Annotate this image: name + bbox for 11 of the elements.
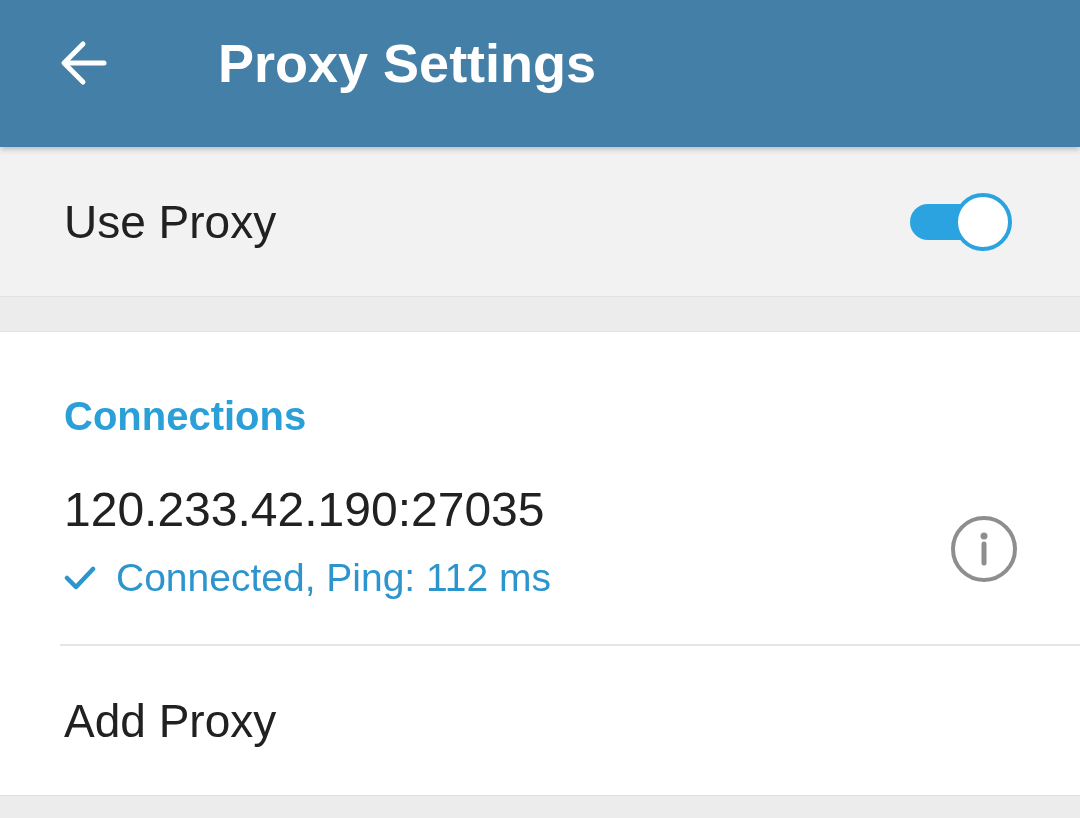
section-header: Connections [64,393,307,439]
check-icon [64,565,96,590]
screen-title: Proxy Settings [218,32,597,95]
info-icon[interactable] [951,515,1017,582]
back-arrow-icon[interactable] [60,39,108,87]
use-proxy-row[interactable]: Use Proxy [0,147,1080,297]
add-proxy-item[interactable]: Add Proxy [64,692,277,749]
connection-status: Connected, Ping: 112 ms [116,555,552,600]
proxy-address[interactable]: 120.233.42.190:27035 [64,483,552,536]
setting-label: Use Proxy [64,194,277,250]
toggle-switch[interactable] [910,192,1012,251]
